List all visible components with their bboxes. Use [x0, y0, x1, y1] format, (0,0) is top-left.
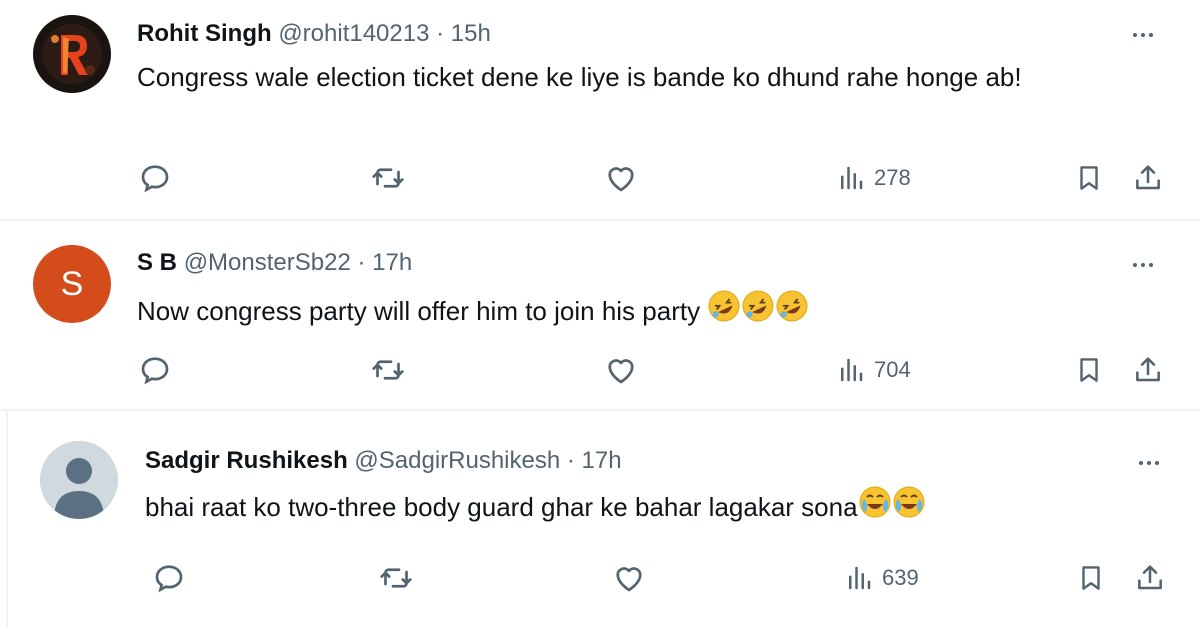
- share-icon: [1136, 165, 1160, 190]
- reply-icon: [155, 565, 183, 593]
- action-bar: 639: [8, 558, 1200, 598]
- tweet-text: Now congress party will offer him to joi…: [137, 296, 701, 326]
- share-icon: [1136, 357, 1160, 382]
- avatar[interactable]: S: [33, 245, 111, 323]
- reply-button[interactable]: [151, 558, 187, 598]
- bookmark-button[interactable]: [1074, 158, 1104, 198]
- rolling-laughing-emoji-icon: [707, 288, 809, 334]
- retweet-button[interactable]: [369, 158, 407, 198]
- reply-button[interactable]: [137, 350, 173, 390]
- tweet-header: Rohit Singh @rohit140213 · 15h: [137, 19, 491, 49]
- views-button[interactable]: 278: [836, 158, 911, 198]
- share-button[interactable]: [1132, 350, 1164, 390]
- author-name[interactable]: Rohit Singh: [137, 20, 272, 47]
- bookmark-icon: [1080, 166, 1098, 190]
- separator: ·: [357, 249, 366, 276]
- views-icon: [841, 358, 863, 382]
- bookmark-icon: [1082, 566, 1100, 590]
- retweet-icon: [372, 168, 404, 188]
- retweet-button[interactable]: [369, 350, 407, 390]
- views-count: 278: [874, 165, 911, 190]
- views-icon: [841, 166, 863, 190]
- retweet-icon: [372, 360, 404, 380]
- like-button[interactable]: [611, 558, 647, 598]
- tweet-text-container: Now congress party will offer him to joi…: [137, 288, 1147, 334]
- reply-feed: Rohit Singh @rohit140213 · 15h Congress …: [0, 0, 1200, 628]
- tweet[interactable]: Rohit Singh @rohit140213 · 15h Congress …: [0, 0, 1200, 221]
- avatar-image-icon: [33, 15, 111, 93]
- views-button[interactable]: 704: [836, 350, 911, 390]
- separator: ·: [436, 20, 445, 47]
- timestamp[interactable]: 17h: [582, 447, 622, 474]
- views-button[interactable]: 639: [844, 558, 919, 598]
- views-count: 639: [882, 565, 919, 590]
- tweet[interactable]: S S B @MonsterSb22 · 17h Now congress pa…: [0, 221, 1200, 411]
- bookmark-icon: [1080, 358, 1098, 382]
- retweet-icon: [380, 568, 412, 588]
- share-button[interactable]: [1132, 158, 1164, 198]
- tweet-header: Sadgir Rushikesh @SadgirRushikesh · 17h: [145, 446, 622, 476]
- more-icon[interactable]: [1132, 448, 1166, 478]
- like-button[interactable]: [603, 158, 639, 198]
- timestamp[interactable]: 17h: [372, 249, 412, 276]
- share-icon: [1138, 565, 1162, 590]
- author-handle[interactable]: @MonsterSb22: [184, 249, 351, 276]
- avatar-initial: S: [60, 264, 84, 303]
- reply-button[interactable]: [137, 158, 173, 198]
- more-icon[interactable]: [1126, 20, 1160, 50]
- action-bar: 704: [0, 350, 1200, 390]
- heart-icon: [608, 359, 634, 384]
- retweet-button[interactable]: [377, 558, 415, 598]
- avatar[interactable]: [40, 441, 118, 519]
- author-handle[interactable]: @SadgirRushikesh: [354, 447, 560, 474]
- tweet-header: S B @MonsterSb22 · 17h: [137, 248, 412, 278]
- tears-of-joy-emoji-icon: [858, 484, 926, 530]
- author-name[interactable]: Sadgir Rushikesh: [145, 447, 348, 474]
- bookmark-button[interactable]: [1076, 558, 1106, 598]
- timestamp[interactable]: 15h: [451, 20, 491, 47]
- tweet-text-container: bhai raat ko two-three body guard ghar k…: [145, 484, 1155, 530]
- reply-icon: [141, 357, 169, 385]
- tweet-text: Congress wale election ticket dene ke li…: [137, 62, 1022, 92]
- more-icon[interactable]: [1126, 250, 1160, 280]
- action-bar: 278: [0, 158, 1200, 198]
- heart-icon: [616, 567, 642, 592]
- separator: ·: [566, 447, 575, 474]
- reply-icon: [141, 165, 169, 193]
- tweet-text: bhai raat ko two-three body guard ghar k…: [145, 492, 858, 522]
- default-avatar-icon: [40, 441, 118, 519]
- author-name[interactable]: S B: [137, 249, 177, 276]
- views-icon: [849, 566, 871, 590]
- author-handle[interactable]: @rohit140213: [278, 20, 429, 47]
- heart-icon: [608, 167, 634, 192]
- views-count: 704: [874, 357, 911, 382]
- like-button[interactable]: [603, 350, 639, 390]
- bookmark-button[interactable]: [1074, 350, 1104, 390]
- share-button[interactable]: [1134, 558, 1166, 598]
- avatar[interactable]: [33, 15, 111, 93]
- tweet[interactable]: Sadgir Rushikesh @SadgirRushikesh · 17h …: [6, 411, 1200, 628]
